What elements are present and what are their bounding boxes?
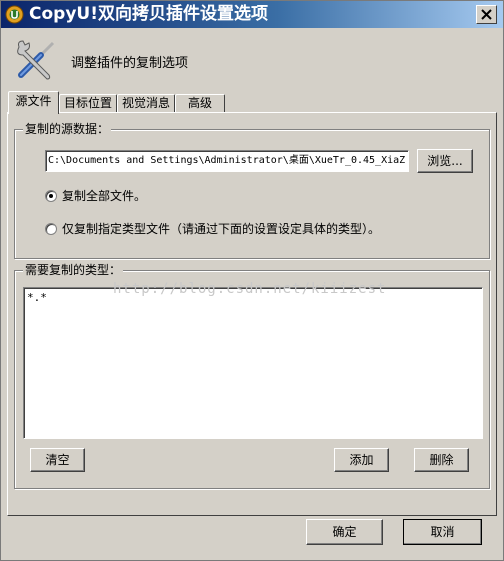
close-button[interactable] (476, 5, 497, 24)
radio-button[interactable] (45, 190, 57, 202)
delete-button[interactable]: 删除 (414, 448, 469, 472)
clear-label: 清空 (45, 453, 70, 467)
watermark-text: http://blog.csdn.net/kiiizest (113, 281, 387, 297)
browse-button[interactable]: 浏览... (417, 149, 473, 173)
tab-source[interactable]: 源文件 (8, 91, 59, 114)
window-title: CopyU!双向拷贝插件设置选项 (29, 4, 268, 24)
tab-label: 源文件 (15, 94, 52, 108)
title-bar[interactable]: CopyU!双向拷贝插件设置选项 (1, 1, 503, 28)
tab-label: 高级 (187, 96, 212, 110)
app-icon (5, 5, 24, 24)
radio-button[interactable] (45, 223, 57, 235)
types-legend: 需要复制的类型： (23, 263, 124, 277)
browse-label: 浏览... (427, 154, 463, 168)
copy-types-label: 仅复制指定类型文件（请通过下面的设置设定具体的类型）。 (62, 222, 381, 236)
tab-label: 视觉消息 (121, 96, 170, 110)
copy-all-label: 复制全部文件。 (62, 189, 147, 203)
delete-label: 删除 (429, 453, 454, 467)
tab-visual[interactable]: 视觉消息 (117, 94, 175, 112)
cancel-button[interactable]: 取消 (403, 519, 482, 545)
types-entry: *.* (27, 291, 47, 304)
clear-button[interactable]: 清空 (30, 448, 85, 472)
radio-dot (49, 194, 53, 198)
source-path-field[interactable]: C:\Documents and Settings\Administrator\… (45, 150, 409, 172)
types-list[interactable]: *.* (23, 287, 483, 439)
settings-dialog: CopyU!双向拷贝插件设置选项 调整插件的复制选项 源文件 目标位置 视觉消息… (0, 0, 504, 561)
add-button[interactable]: 添加 (334, 448, 389, 472)
tab-target[interactable]: 目标位置 (59, 94, 117, 112)
ok-button[interactable]: 确定 (306, 519, 383, 545)
source-legend: 复制的源数据： (23, 122, 112, 136)
tab-advanced[interactable]: 高级 (175, 94, 225, 112)
add-label: 添加 (349, 453, 374, 467)
close-icon (481, 9, 492, 20)
ok-label: 确定 (332, 525, 357, 539)
cancel-label: 取消 (430, 525, 455, 539)
tab-label: 目标位置 (63, 96, 112, 110)
header-description: 调整插件的复制选项 (71, 56, 189, 71)
tools-icon (17, 40, 55, 80)
